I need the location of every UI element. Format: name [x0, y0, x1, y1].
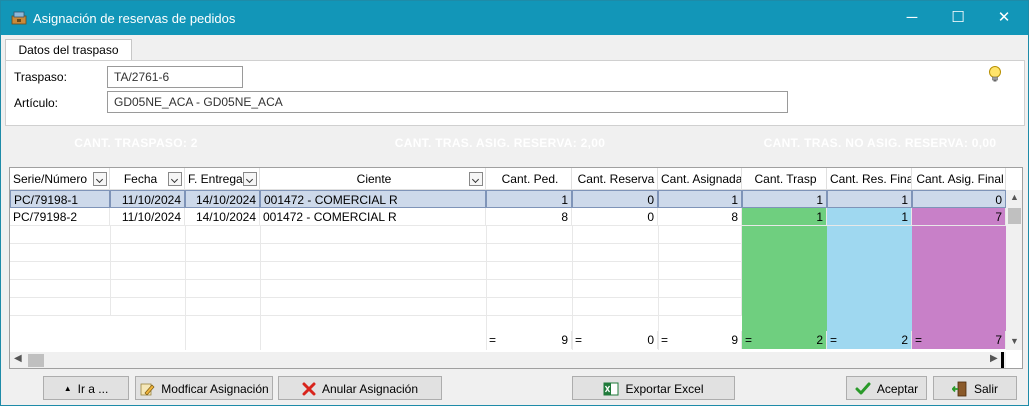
lightbulb-icon[interactable] [987, 65, 1003, 83]
vertical-scrollbar[interactable]: ▲ ▼ [1006, 190, 1022, 350]
vertical-scroll-thumb[interactable] [1008, 208, 1021, 224]
table-cell[interactable]: 1 [486, 190, 572, 208]
up-arrow-icon: ▲ [63, 383, 72, 393]
col-header-serie[interactable]: Serie/Número [10, 168, 110, 190]
articulo-field[interactable]: GD05NE_ACA - GD05NE_ACA [107, 91, 788, 113]
total-cant-reserva: = 0 [572, 331, 658, 349]
empty-row [10, 298, 742, 316]
grid-line [185, 226, 186, 350]
ir-a-button[interactable]: ▲ Ir a ... [43, 376, 129, 400]
grid-line [260, 226, 261, 350]
excel-icon [603, 382, 619, 396]
table-cell[interactable]: PC/79198-2 [10, 208, 110, 226]
filter-dropdown-icon[interactable] [93, 172, 107, 186]
col-header-cliente[interactable]: Ciente [260, 168, 486, 190]
checkmark-icon [855, 382, 871, 395]
articulo-label: Artículo: [14, 96, 59, 110]
edit-pencil-icon [140, 383, 155, 396]
total-cant-asignada: = 9 [658, 331, 742, 349]
col-header-f-entrega[interactable]: F. Entrega [185, 168, 260, 190]
table-cell[interactable]: PC/79198-1 [10, 190, 110, 208]
scroll-left-icon[interactable]: ◀ [14, 353, 22, 364]
banner-cant-no-asig-reserva: CANT. TRAS. NO ASIG. RESERVA: 0,00 [763, 136, 997, 150]
total-cant-asig-final: = 7 [912, 331, 1006, 349]
table-cell[interactable]: 11/10/2024 [110, 190, 185, 208]
table-cell[interactable]: 001472 - COMERCIAL R [260, 208, 486, 226]
table-cell[interactable]: 1 [742, 190, 827, 208]
col-asig-final-fill [912, 208, 1006, 334]
table-cell[interactable]: 14/10/2024 [185, 208, 260, 226]
filter-dropdown-icon[interactable] [469, 172, 483, 186]
table-cell[interactable]: 1 [827, 208, 912, 226]
title-bar[interactable]: Asignación de reservas de pedidos ─ ☐ ✕ [1, 1, 1028, 35]
traspaso-field[interactable]: TA/2761-6 [107, 66, 243, 88]
col-res-final-fill [827, 208, 912, 334]
empty-row [10, 280, 742, 298]
banner-cant-traspaso: CANT. TRASPASO: 2 [74, 136, 198, 150]
table-cell[interactable]: 7 [912, 208, 1006, 226]
table-cell[interactable]: 0 [572, 190, 658, 208]
salir-button[interactable]: Salir [933, 376, 1017, 400]
reservation-window: Asignación de reservas de pedidos ─ ☐ ✕ … [0, 0, 1029, 406]
reservation-app-icon [11, 11, 27, 25]
minimize-button[interactable]: ─ [889, 1, 935, 35]
grid-resize-marker [1001, 352, 1004, 368]
empty-row [10, 244, 742, 262]
col-header-cant-asig-final[interactable]: Cant. Asig. Final [912, 168, 1006, 190]
table-cell[interactable]: 14/10/2024 [185, 190, 260, 208]
table-cell[interactable]: 8 [486, 208, 572, 226]
col-header-fecha[interactable]: Fecha [110, 168, 185, 190]
col-header-cant-reserva[interactable]: Cant. Reserva [572, 168, 658, 190]
scroll-up-icon[interactable]: ▲ [1010, 192, 1019, 202]
table-cell[interactable]: 1 [742, 208, 827, 226]
total-cant-ped: = 9 [486, 331, 572, 349]
aceptar-button[interactable]: Aceptar [846, 376, 927, 400]
col-header-cant-res-final[interactable]: Cant. Res. Final [827, 168, 912, 190]
col-trasp-fill [742, 208, 827, 334]
table-cell[interactable]: 001472 - COMERCIAL R [260, 190, 486, 208]
total-cant-trasp: = 2 [742, 331, 827, 349]
empty-row [10, 262, 742, 280]
empty-row [10, 226, 742, 244]
scroll-right-icon[interactable]: ▶ [990, 353, 998, 364]
filter-dropdown-icon[interactable] [243, 172, 257, 186]
horizontal-scrollbar[interactable]: ◀ ▶ [10, 352, 1006, 368]
col-header-cant-ped[interactable]: Cant. Ped. [486, 168, 572, 190]
transfer-details-panel: Traspaso: TA/2761-6 Artículo: GD05NE_ACA… [5, 60, 1025, 126]
table-cell[interactable]: 1 [658, 190, 742, 208]
exportar-excel-button[interactable]: Exportar Excel [572, 376, 735, 400]
col-header-cant-trasp[interactable]: Cant. Trasp [742, 168, 827, 190]
orders-grid[interactable]: Serie/Número Fecha F. Entrega Ciente Can… [9, 167, 1023, 369]
close-button[interactable]: ✕ [981, 1, 1027, 35]
col-header-cant-asignada[interactable]: Cant. Asignada [658, 168, 742, 190]
total-cant-res-final: = 2 [827, 331, 912, 349]
filter-dropdown-icon[interactable] [168, 172, 182, 186]
banner-cant-asig-reserva: CANT. TRAS. ASIG. RESERVA: 2,00 [394, 136, 606, 150]
scroll-down-icon[interactable]: ▼ [1010, 336, 1019, 346]
modificar-asignacion-button[interactable]: Modficar Asignación [135, 376, 273, 400]
exit-door-icon [951, 381, 967, 397]
traspaso-label: Traspaso: [14, 70, 67, 84]
window-title: Asignación de reservas de pedidos [33, 11, 236, 26]
tab-datos-traspaso[interactable]: Datos del traspaso [5, 39, 132, 61]
table-cell[interactable]: 0 [572, 208, 658, 226]
cancel-x-icon [302, 382, 316, 396]
anular-asignacion-button[interactable]: Anular Asignación [278, 376, 442, 400]
table-cell[interactable]: 11/10/2024 [110, 208, 185, 226]
table-cell[interactable]: 8 [658, 208, 742, 226]
horizontal-scroll-thumb[interactable] [28, 354, 44, 367]
maximize-button[interactable]: ☐ [935, 1, 981, 35]
table-cell[interactable]: 1 [827, 190, 912, 208]
table-cell[interactable]: 0 [912, 190, 1006, 208]
grid-line [110, 226, 111, 316]
